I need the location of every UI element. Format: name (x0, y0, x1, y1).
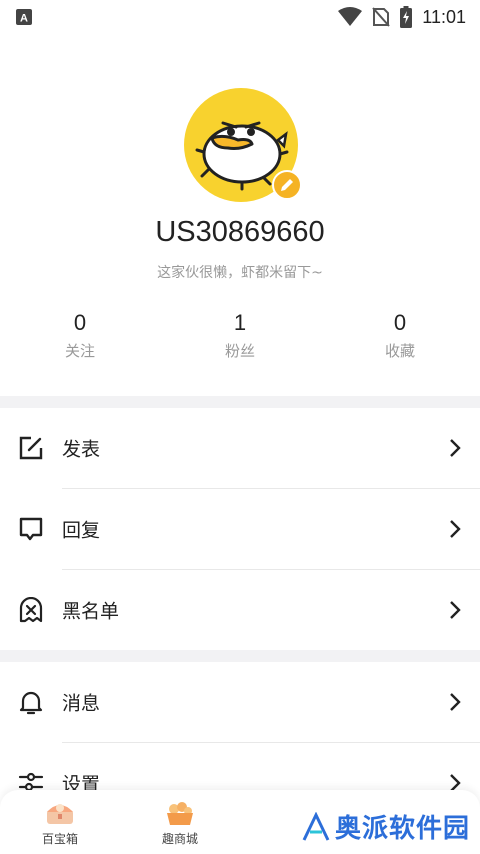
stat-favorites[interactable]: 0 收藏 (340, 310, 460, 361)
stat-followers[interactable]: 1 粉丝 (180, 310, 300, 361)
menu-label: 黑名单 (62, 600, 120, 623)
section-divider (0, 650, 480, 662)
stat-label: 关注 (64, 342, 95, 360)
bell-icon (19, 691, 43, 715)
treasure-chest-icon (47, 804, 73, 824)
menu-item-posts[interactable]: 发表 (0, 408, 480, 488)
mall-basket-icon (167, 802, 193, 825)
reply-bubble-icon (19, 517, 43, 541)
nav-item-mall[interactable]: 趣商城 (140, 800, 220, 847)
nav-item-treasure-box[interactable]: 百宝箱 (20, 800, 100, 847)
user-bio: 这家伙很懒，虾都米留下~ (157, 265, 323, 281)
section-divider (0, 396, 480, 408)
svg-text:A: A (20, 13, 28, 25)
menu-label: 回复 (62, 519, 101, 542)
stat-value: 0 (73, 310, 87, 335)
no-sim-icon (372, 7, 391, 27)
nav-label: 趣商城 (161, 832, 198, 846)
chevron-right-icon (450, 520, 461, 538)
watermark: 奥派软件园 (301, 808, 470, 845)
menu-label: 消息 (62, 692, 101, 715)
stat-label: 收藏 (384, 342, 415, 360)
edit-square-icon (19, 436, 43, 460)
stat-label: 粉丝 (224, 342, 255, 360)
blacklist-ghost-icon (19, 597, 43, 623)
notification-a-icon: A (16, 9, 32, 25)
avatar[interactable] (184, 88, 302, 202)
chevron-right-icon (450, 693, 461, 711)
chevron-right-icon (450, 439, 461, 457)
wifi-icon (338, 7, 363, 26)
stat-value: 0 (393, 310, 407, 335)
stats-row: 0 关注 1 粉丝 0 收藏 (0, 310, 480, 376)
pencil-icon (281, 179, 293, 191)
menu-item-messages[interactable]: 消息 (0, 662, 480, 742)
chevron-right-icon (450, 601, 461, 619)
profile-header: US30869660 这家伙很懒，虾都米留下~ 0 关注 1 粉丝 0 收藏 (0, 34, 480, 396)
status-time: 11:01 (422, 6, 466, 27)
stat-following[interactable]: 0 关注 (20, 310, 140, 361)
stat-value: 1 (233, 310, 247, 335)
menu-item-replies[interactable]: 回复 (0, 489, 480, 569)
menu-label: 发表 (62, 438, 101, 461)
nav-label: 百宝箱 (41, 832, 78, 846)
watermark-logo-icon (302, 811, 330, 841)
edit-avatar-button[interactable] (272, 170, 302, 200)
watermark-text: 奥派软件园 (334, 814, 470, 844)
username: US30869660 (155, 216, 325, 248)
status-bar: A 11:01 (0, 0, 480, 34)
menu-item-blacklist[interactable]: 黑名单 (0, 570, 480, 650)
battery-charging-icon (400, 6, 413, 28)
